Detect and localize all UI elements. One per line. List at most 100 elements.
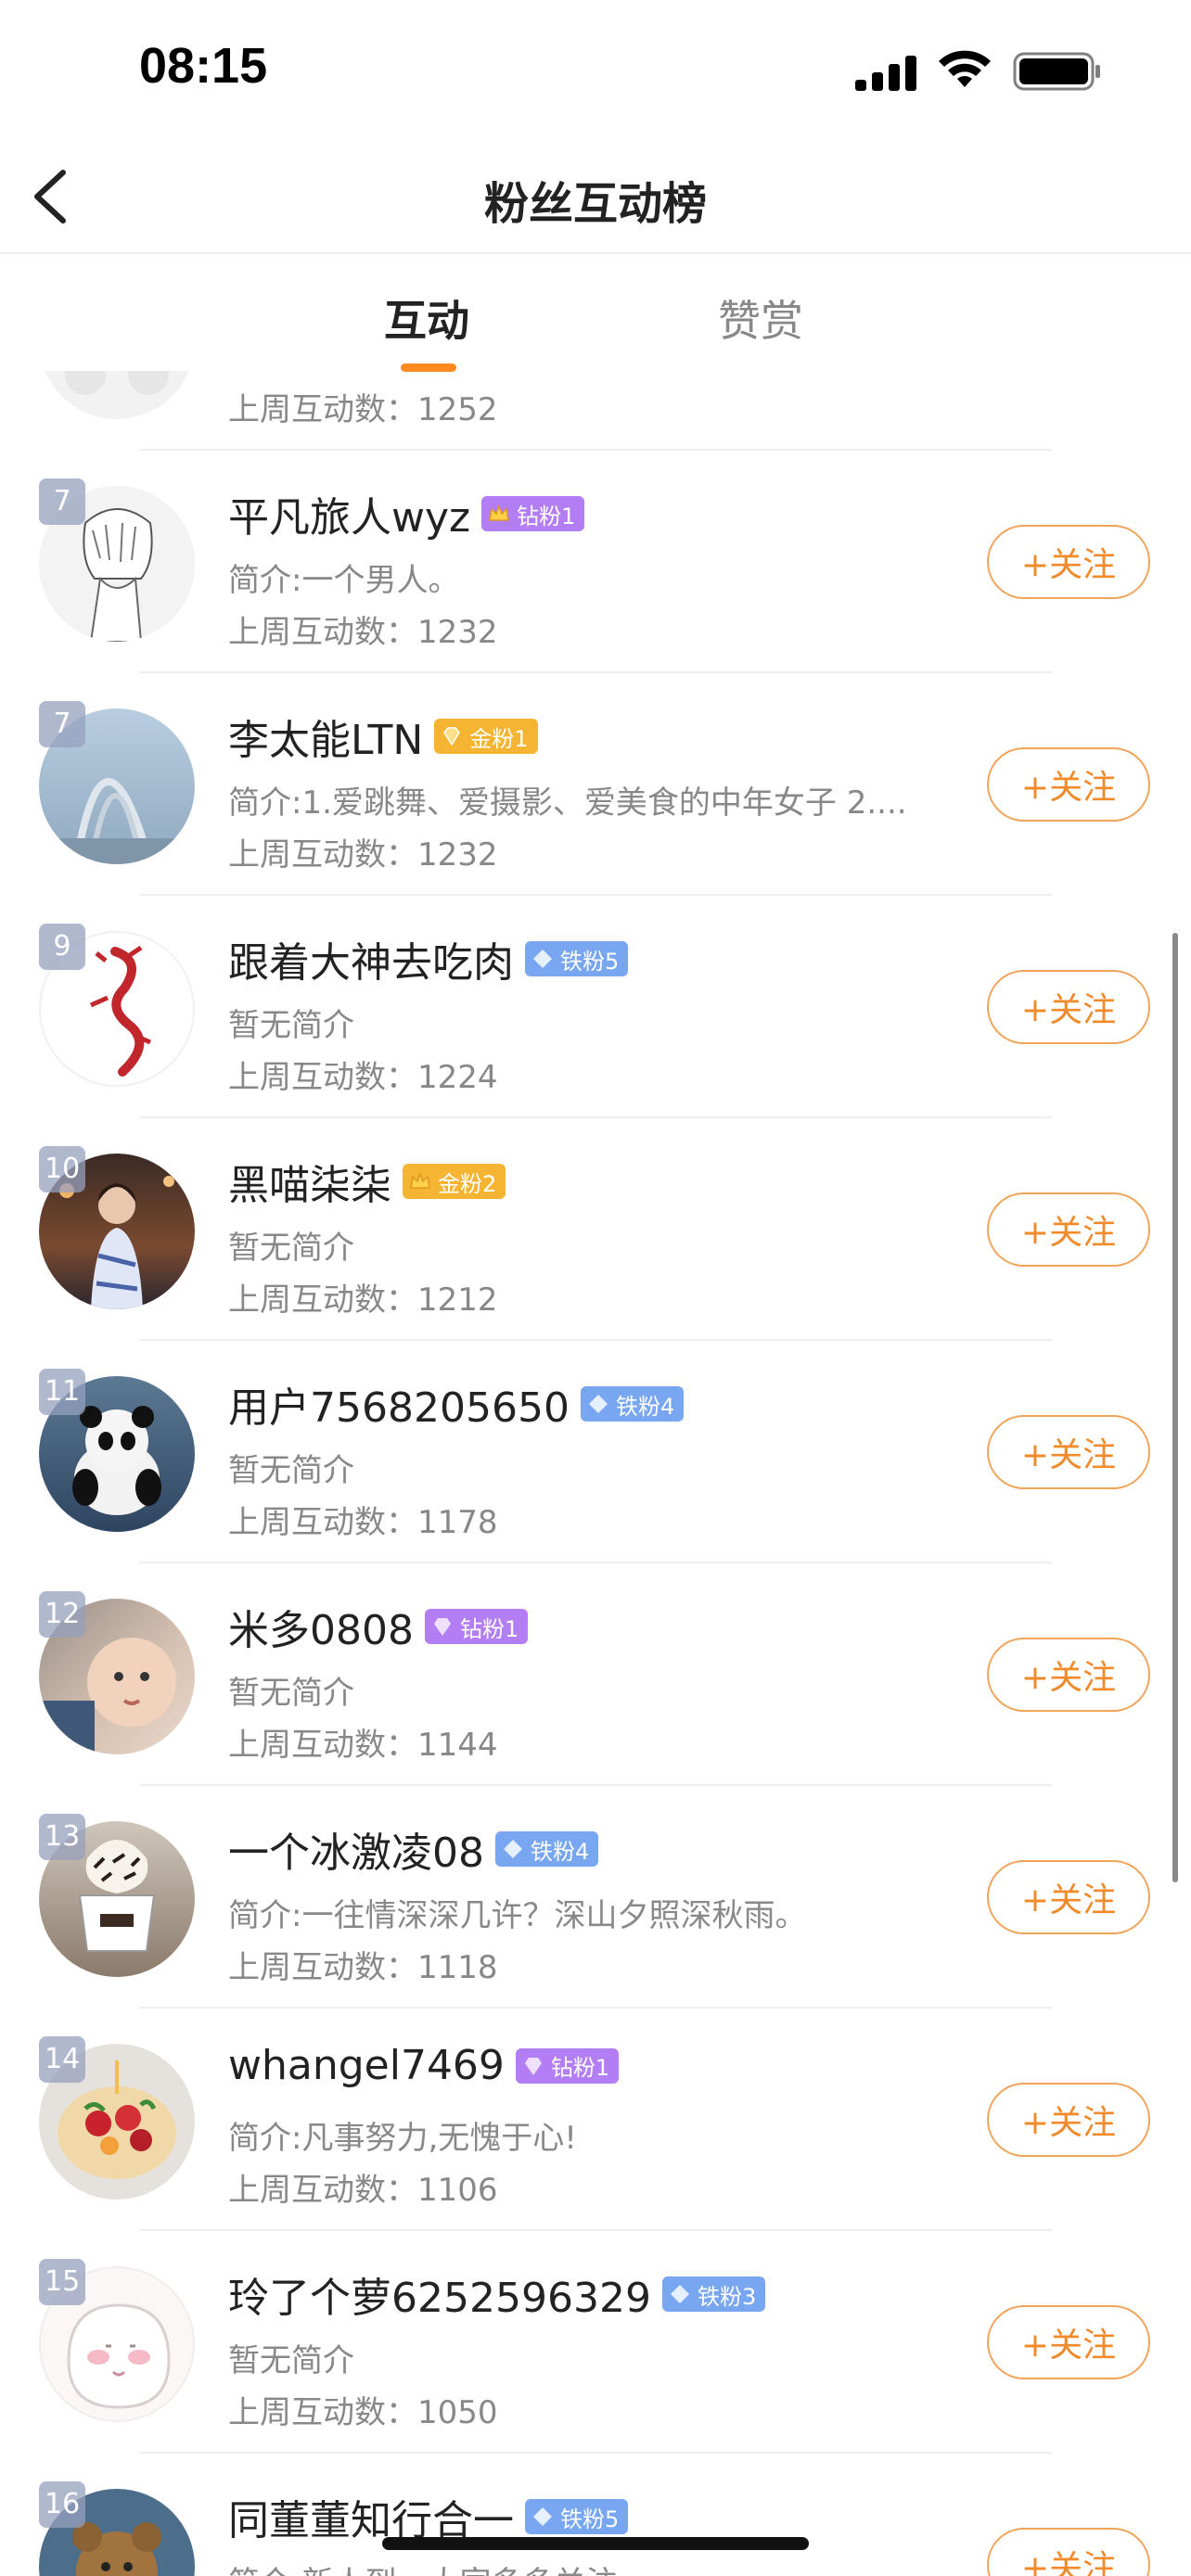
user-name[interactable]: 李太能LTN xyxy=(228,707,423,766)
fan-level-label: 铁粉3 xyxy=(697,2283,757,2310)
fan-level-label: 铁粉5 xyxy=(560,2506,620,2532)
list-item[interactable]: 7 李太能LTN 金粉1 简介:1.爱跳舞、爱摄影、爱美食的中年女子 2....… xyxy=(0,673,1191,896)
follow-label: +关注 xyxy=(1020,1436,1117,1474)
iron-diamond-icon xyxy=(670,2285,689,2303)
follow-button[interactable]: +关注 xyxy=(987,970,1150,1044)
user-bio: 简介:一往情深深几许？深山夕照深秋雨。 xyxy=(228,1897,807,1934)
user-bio: 暂无简介 xyxy=(228,2342,354,2379)
interaction-count: 上周互动数：1050 xyxy=(228,2394,498,2431)
list-item[interactable]: 16 同董董知行合一 铁粉5 简介:新人到，大家多多关注 +关注 xyxy=(0,2454,1191,2576)
follow-label: +关注 xyxy=(1020,2327,1117,2365)
diamond-icon xyxy=(433,1618,451,1636)
scrollbar[interactable] xyxy=(1172,933,1178,1882)
interaction-count: 上周互动数：1178 xyxy=(228,1504,498,1541)
name-row: 平凡旅人wyz 钻粉1 xyxy=(228,484,585,543)
fan-level-badge: 钻粉1 xyxy=(515,2047,620,2084)
follow-button[interactable]: +关注 xyxy=(987,2083,1150,2157)
fan-level-label: 铁粉4 xyxy=(615,1393,675,1420)
follow-button[interactable]: +关注 xyxy=(987,2305,1150,2379)
name-row: 李太能LTN 金粉1 xyxy=(228,707,538,766)
fan-level-badge: 铁粉5 xyxy=(525,2499,629,2534)
list-item[interactable]: 7 平凡旅人wyz 钻粉1 简介:一个男人。 上周互动数：1232 +关注 xyxy=(0,451,1191,673)
user-name[interactable]: 黑喵柒柒 xyxy=(228,1152,391,1211)
signal-icon xyxy=(855,56,916,91)
fan-level-badge: 钻粉1 xyxy=(424,1609,529,1644)
home-indicator[interactable] xyxy=(382,2537,809,2550)
user-bio: 简介:1.爱跳舞、爱摄影、爱美食的中年女子 2.... xyxy=(228,784,907,822)
iron-diamond-icon xyxy=(588,1395,608,1413)
interaction-count: 上周互动数：1118 xyxy=(228,1949,498,1986)
fan-level-label: 金粉1 xyxy=(469,725,529,752)
user-bio: 暂无简介 xyxy=(228,1007,354,1044)
follow-button[interactable]: +关注 xyxy=(987,525,1150,599)
rank-badge: 12 xyxy=(39,1591,86,1638)
follow-button[interactable]: +关注 xyxy=(987,747,1150,822)
follow-button[interactable]: +关注 xyxy=(987,1638,1150,1712)
follow-label: +关注 xyxy=(1020,769,1117,807)
rank-badge: 13 xyxy=(39,1814,86,1860)
list-item[interactable]: 15 玲了个萝6252596329 铁粉3 暂无简介 上周互动数：1050 +关… xyxy=(0,2231,1191,2454)
fan-level-badge: 铁粉5 xyxy=(525,941,629,976)
fan-level-label: 铁粉4 xyxy=(531,1838,590,1865)
user-bio: 简介:一个男人。 xyxy=(228,562,460,599)
avatar[interactable] xyxy=(39,371,195,419)
tab-reward[interactable]: 赞赏 xyxy=(718,287,803,349)
user-name[interactable]: 跟着大神去吃肉 xyxy=(228,929,514,988)
user-bio: 简介:凡事努力,无愧于心! xyxy=(228,2120,577,2157)
fan-level-badge: 金粉1 xyxy=(434,719,538,754)
interaction-count: 上周互动数：1212 xyxy=(228,1282,498,1319)
follow-label: +关注 xyxy=(1020,1659,1117,1697)
rank-badge: 10 xyxy=(39,1146,86,1192)
list-item[interactable]: 10 黑喵柒柒 金粉2 暂无简介 上周互动数：1212 +关注 xyxy=(0,1118,1191,1341)
user-name[interactable]: 米多0808 xyxy=(228,1597,414,1656)
iron-diamond-icon xyxy=(533,2507,552,2526)
battery-icon xyxy=(1013,52,1100,91)
list-item[interactable]: 9 跟着大神去吃肉 铁粉5 暂无简介 上周互动数：1224 +关注 xyxy=(0,896,1191,1118)
interaction-count: 上周互动数：1106 xyxy=(228,2172,498,2209)
diamond-icon xyxy=(524,2057,542,2075)
fan-level-label: 金粉2 xyxy=(438,1170,497,1197)
fan-level-label: 钻粉1 xyxy=(459,1615,519,1642)
list-item[interactable]: 14 whangel7469 钻粉1 简介:凡事努力,无愧于心! 上周互动数：1… xyxy=(0,2009,1191,2231)
list-item[interactable]: 13 一个冰激凌08 铁粉4 简介:一往情深深几许？深山夕照深秋雨。 上周互动数… xyxy=(0,1786,1191,2009)
rank-badge: 9 xyxy=(39,924,85,970)
user-bio: 暂无简介 xyxy=(228,1452,354,1489)
interaction-count: 上周互动数：1224 xyxy=(228,1059,498,1096)
user-name[interactable]: 用户7568205650 xyxy=(228,1374,570,1434)
fan-level-badge: 钻粉1 xyxy=(481,496,585,531)
follow-button[interactable]: +关注 xyxy=(987,2528,1150,2576)
user-name[interactable]: whangel7469 xyxy=(228,2042,505,2089)
crown-icon xyxy=(410,1171,430,1189)
interaction-count: 上周互动数：1232 xyxy=(228,614,498,651)
list-item[interactable]: 12 米多0808 钻粉1 暂无简介 上周互动数：1144 +关注 xyxy=(0,1563,1191,1786)
interaction-count: 上周互动数：1144 xyxy=(228,1727,498,1764)
follow-button[interactable]: +关注 xyxy=(987,1415,1150,1489)
follow-button[interactable]: +关注 xyxy=(987,1860,1150,1934)
interaction-count: 上周互动数：1232 xyxy=(228,836,498,874)
user-name[interactable]: 平凡旅人wyz xyxy=(228,484,470,543)
rank-badge: 16 xyxy=(39,2481,86,2528)
fan-level-label: 铁粉5 xyxy=(560,948,620,975)
status-time: 08:15 xyxy=(139,38,268,94)
follow-label: +关注 xyxy=(1020,546,1117,584)
follow-label: +关注 xyxy=(1020,1881,1117,1919)
name-row: 黑喵柒柒 金粉2 xyxy=(228,1152,506,1211)
follow-label: +关注 xyxy=(1020,2104,1117,2142)
fan-ranking-list: 上周互动数：1252 7 平凡旅人wyz 钻粉1 简介:一个男人。 上周互动数：… xyxy=(0,371,1191,2576)
fan-level-badge: 铁粉4 xyxy=(580,1386,685,1422)
interaction-count: 上周互动数：1252 xyxy=(228,391,498,428)
fan-level-badge: 金粉2 xyxy=(403,1164,506,1199)
rank-badge: 7 xyxy=(39,701,85,747)
list-item[interactable]: 11 用户7568205650 铁粉4 暂无简介 上周互动数：1178 +关注 xyxy=(0,1341,1191,1563)
list-item[interactable]: 上周互动数：1252 xyxy=(0,371,1191,451)
iron-diamond-icon xyxy=(504,1840,522,1858)
page-title: 粉丝互动榜 xyxy=(483,178,707,230)
follow-button[interactable]: +关注 xyxy=(987,1192,1150,1267)
user-name[interactable]: 玲了个萝6252596329 xyxy=(228,2264,651,2324)
tab-bar: 互动 赞赏 xyxy=(0,256,1191,372)
name-row: whangel7469 钻粉1 xyxy=(228,2042,620,2089)
user-name[interactable]: 一个冰激凌08 xyxy=(228,1819,484,1879)
fan-level-badge: 铁粉4 xyxy=(495,1831,599,1867)
rank-badge: 15 xyxy=(39,2259,86,2305)
tab-interact[interactable]: 互动 xyxy=(384,287,469,349)
